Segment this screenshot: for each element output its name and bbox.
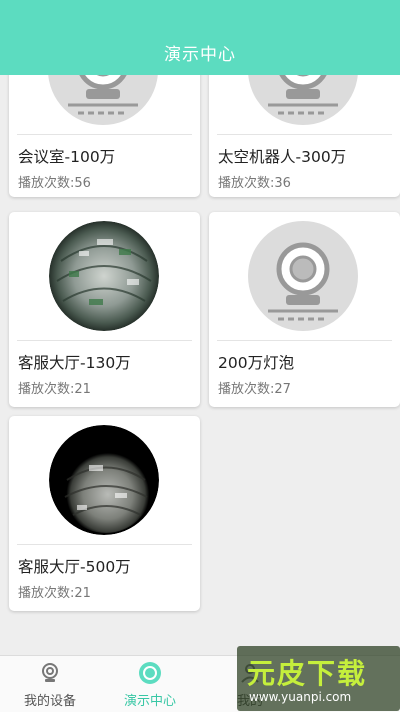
card-divider (217, 340, 392, 341)
camera-placeholder-icon (248, 75, 358, 125)
app-header: 演示中心 (0, 0, 400, 75)
tab-demo-center[interactable]: 演示中心 (100, 656, 200, 712)
demo-name: 会议室-100万 (18, 148, 116, 166)
tab-label: 演示中心 (123, 694, 176, 709)
play-count: 播放次数:21 (18, 586, 91, 601)
demo-name: 客服大厅-500万 (18, 558, 131, 576)
fisheye-preview-image (49, 221, 159, 331)
watermark-text: 元皮下载 (247, 657, 368, 690)
card-divider (217, 134, 392, 135)
demo-card[interactable]: 会议室-100万 播放次数:56 (9, 75, 200, 197)
play-count: 播放次数:27 (218, 382, 291, 397)
video-thumbnail (9, 75, 200, 134)
card-divider (17, 134, 192, 135)
tab-my-devices[interactable]: 我的设备 (0, 656, 100, 712)
demo-name: 客服大厅-130万 (18, 354, 131, 372)
video-thumbnail (209, 212, 400, 340)
demo-name: 200万灯泡 (218, 354, 295, 372)
demo-name: 太空机器人-300万 (218, 148, 347, 166)
demo-center-icon (139, 662, 161, 684)
play-count: 播放次数:21 (18, 382, 91, 397)
play-count: 播放次数:56 (18, 176, 91, 191)
camera-placeholder-icon (248, 221, 358, 331)
demo-card[interactable]: 200万灯泡 播放次数:27 (209, 212, 400, 407)
page-title: 演示中心 (164, 45, 236, 65)
video-thumbnail (9, 416, 200, 544)
demo-list[interactable]: 会议室-100万 播放次数:56 太空机器人-300万 播放次数:36 客服大厅… (0, 75, 400, 655)
demo-card[interactable]: 太空机器人-300万 播放次数:36 (209, 75, 400, 197)
fisheye-preview-image (49, 425, 159, 535)
watermark-logo: 元皮下载 www.yuanpi.com (237, 646, 400, 711)
video-thumbnail (209, 75, 400, 134)
card-divider (17, 340, 192, 341)
watermark-url: www.yuanpi.com (249, 690, 352, 704)
demo-card[interactable]: 客服大厅-130万 播放次数:21 (9, 212, 200, 407)
camera-icon (42, 663, 58, 682)
play-count: 播放次数:36 (218, 176, 291, 191)
video-thumbnail (9, 212, 200, 340)
tab-label: 我的设备 (23, 694, 76, 709)
card-divider (17, 544, 192, 545)
demo-card[interactable]: 客服大厅-500万 播放次数:21 (9, 416, 200, 611)
camera-placeholder-icon (48, 75, 158, 125)
